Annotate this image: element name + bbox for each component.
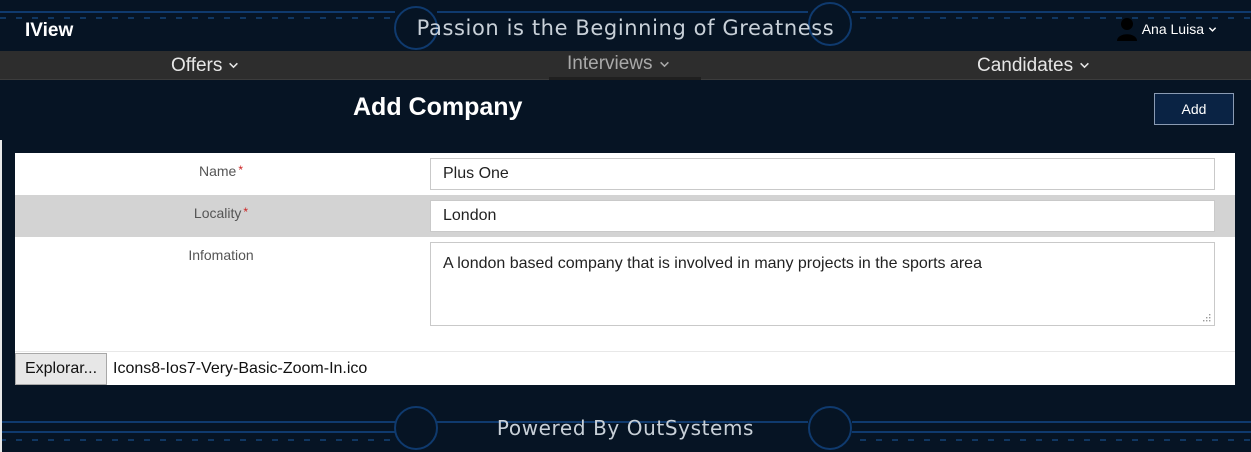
selected-file-name: Icons8-Ios7-Very-Basic-Zoom-In.ico	[113, 360, 368, 377]
main-nav: Offers Interviews Candidates	[0, 51, 1251, 80]
browse-button[interactable]: Explorar...	[15, 353, 107, 385]
chevron-down-icon	[1080, 62, 1090, 69]
resize-grip-icon[interactable]	[1203, 314, 1211, 322]
information-label: Infomation	[188, 247, 254, 263]
app-header: IView Passion is the Beginning of Greatn…	[0, 0, 1251, 51]
nav-candidates-label: Candidates	[977, 54, 1074, 76]
page: IView Passion is the Beginning of Greatn…	[0, 0, 1251, 452]
information-text: A london based company that is involved …	[443, 255, 982, 272]
page-title: Add Company	[353, 93, 523, 121]
nav-interviews[interactable]: Interviews	[549, 51, 701, 80]
form-row-name: Name * Plus One	[15, 153, 1235, 195]
nav-candidates[interactable]: Candidates	[977, 51, 1090, 80]
company-form: Name * Plus One Locality * London Infomati…	[15, 153, 1235, 385]
footer-text: Powered By OutSystems	[496, 416, 755, 440]
form-row-locality: Locality * London	[15, 195, 1235, 237]
information-textarea[interactable]: A london based company that is involved …	[430, 242, 1215, 326]
nav-interviews-label: Interviews	[567, 53, 653, 74]
add-button[interactable]: Add	[1154, 93, 1234, 125]
nav-offers-label: Offers	[171, 54, 223, 76]
form-row-information: Infomation A london based company that i…	[15, 237, 1235, 351]
locality-label-text: Locality	[193, 205, 242, 221]
required-marker: *	[238, 163, 244, 177]
user-name: Ana Luisa	[1141, 21, 1204, 37]
name-label: Name *	[15, 163, 427, 179]
frame-divider	[0, 140, 2, 452]
user-avatar-icon	[1116, 18, 1137, 41]
required-marker: *	[243, 205, 249, 219]
nav-offers[interactable]: Offers	[171, 51, 239, 80]
chevron-down-icon	[229, 62, 239, 69]
chevron-down-icon	[659, 61, 669, 67]
form-row-upload: Explorar... Icons8-Ios7-Very-Basic-Zoom-…	[15, 351, 1235, 385]
locality-input[interactable]: London	[430, 200, 1215, 232]
name-input[interactable]: Plus One	[430, 158, 1215, 190]
chevron-down-icon	[1208, 26, 1217, 32]
app-tagline: Passion is the Beginning of Greatness	[416, 16, 835, 40]
locality-label: Locality *	[15, 205, 427, 221]
name-label-text: Name	[198, 163, 237, 179]
user-menu[interactable]: Ana Luisa	[1116, 17, 1217, 41]
